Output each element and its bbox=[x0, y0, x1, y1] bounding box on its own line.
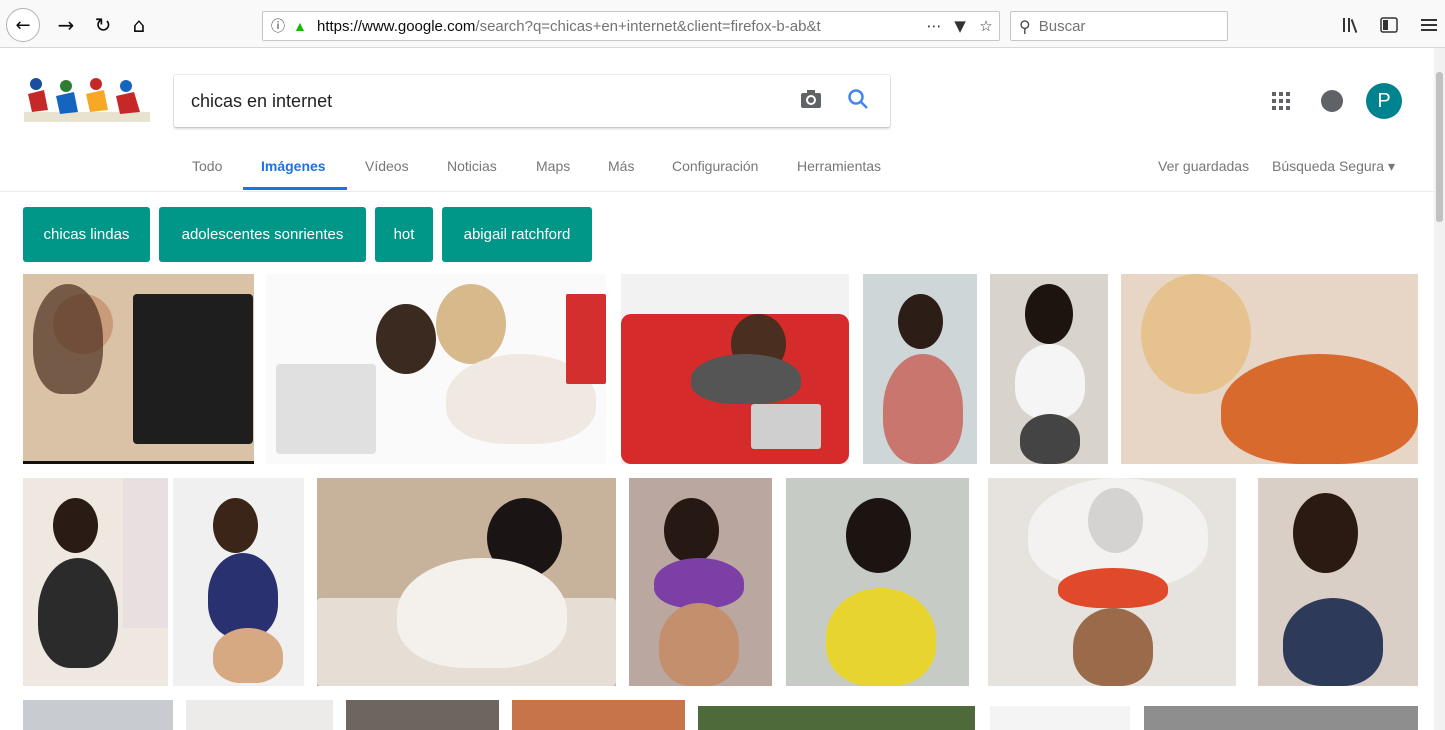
library-icon[interactable] bbox=[1342, 17, 1360, 33]
browser-toolbar: ← → ↻ ⌂ ⓘ ▲ https://www.google.com/searc… bbox=[0, 0, 1445, 48]
active-tab-indicator bbox=[243, 187, 347, 190]
image-result[interactable] bbox=[629, 478, 772, 686]
search-query-text[interactable]: chicas en internet bbox=[191, 91, 890, 112]
image-result[interactable] bbox=[1144, 706, 1418, 730]
url-path: /search?q=chicas+en+internet&client=fire… bbox=[475, 17, 821, 35]
url-bar[interactable]: ⓘ ▲ https://www.google.com/search?q=chic… bbox=[262, 11, 1000, 41]
image-result[interactable] bbox=[1121, 274, 1418, 464]
saved-link[interactable]: Ver guardadas bbox=[1158, 158, 1249, 174]
page-scrollbar[interactable] bbox=[1434, 48, 1445, 730]
more-icon[interactable]: ⋯ bbox=[921, 17, 947, 35]
search-icon: ⚲ bbox=[1019, 16, 1031, 36]
image-result[interactable] bbox=[23, 700, 173, 730]
image-result[interactable] bbox=[1258, 478, 1418, 686]
image-result[interactable] bbox=[173, 478, 304, 686]
image-result[interactable] bbox=[990, 706, 1130, 730]
image-result[interactable] bbox=[621, 274, 849, 464]
reload-icon[interactable]: ↻ bbox=[90, 12, 116, 38]
image-result[interactable] bbox=[23, 478, 168, 686]
avatar-letter: P bbox=[1377, 89, 1391, 112]
search-icon[interactable] bbox=[847, 88, 869, 110]
scrollbar-thumb[interactable] bbox=[1436, 72, 1443, 222]
sidebar-icon[interactable] bbox=[1380, 17, 1398, 33]
image-result[interactable] bbox=[988, 478, 1236, 686]
apps-grid-icon[interactable] bbox=[1271, 91, 1291, 111]
chip-hot[interactable]: hot bbox=[375, 207, 433, 262]
bookmark-star-icon[interactable]: ☆ bbox=[973, 17, 999, 35]
home-icon[interactable]: ⌂ bbox=[126, 12, 152, 38]
image-result[interactable] bbox=[863, 274, 977, 464]
tab-mas[interactable]: Más bbox=[608, 158, 634, 174]
tab-todo[interactable]: Todo bbox=[192, 158, 222, 174]
browser-search-field[interactable]: ⚲ Buscar bbox=[1010, 11, 1228, 41]
image-result[interactable] bbox=[990, 274, 1108, 464]
pocket-icon[interactable]: ▼ bbox=[947, 17, 973, 35]
tab-noticias[interactable]: Noticias bbox=[447, 158, 497, 174]
safe-search-dropdown[interactable]: Búsqueda Segura ▾ bbox=[1272, 158, 1395, 175]
url-text[interactable]: https://www.google.com/search?q=chicas+e… bbox=[313, 18, 921, 35]
forward-icon[interactable]: → bbox=[53, 12, 79, 38]
info-icon[interactable]: ⓘ bbox=[271, 16, 293, 36]
back-icon[interactable]: ← bbox=[6, 8, 40, 42]
url-host: https://www.google.com bbox=[317, 17, 476, 35]
image-result[interactable] bbox=[23, 274, 254, 464]
image-result[interactable] bbox=[266, 274, 606, 464]
tab-imagenes[interactable]: Imágenes bbox=[261, 158, 326, 174]
tab-configuracion[interactable]: Configuración bbox=[672, 158, 758, 174]
image-result[interactable] bbox=[786, 478, 969, 686]
chip-chicas-lindas[interactable]: chicas lindas bbox=[23, 207, 150, 262]
menu-icon[interactable] bbox=[1421, 18, 1437, 32]
avatar[interactable]: P bbox=[1366, 83, 1402, 119]
tab-videos[interactable]: Vídeos bbox=[365, 158, 409, 174]
image-result[interactable] bbox=[186, 700, 333, 730]
lock-icon[interactable]: ▲ bbox=[293, 18, 313, 34]
tab-maps[interactable]: Maps bbox=[536, 158, 570, 174]
image-result[interactable] bbox=[317, 478, 616, 686]
image-result[interactable] bbox=[698, 706, 975, 730]
notifications-icon[interactable] bbox=[1321, 90, 1343, 112]
chip-abigail-ratchford[interactable]: abigail ratchford bbox=[442, 207, 592, 262]
tab-herramientas[interactable]: Herramientas bbox=[797, 158, 881, 174]
search-placeholder: Buscar bbox=[1038, 17, 1086, 35]
image-result[interactable] bbox=[346, 700, 499, 730]
search-tabs: Todo Imágenes Vídeos Noticias Maps Más C… bbox=[0, 142, 1434, 192]
google-doodle-logo[interactable] bbox=[22, 72, 152, 126]
chip-adolescentes-sonrientes[interactable]: adolescentes sonrientes bbox=[159, 207, 366, 262]
image-result[interactable] bbox=[512, 700, 685, 730]
google-search-input[interactable]: chicas en internet bbox=[174, 75, 890, 127]
camera-icon[interactable] bbox=[800, 89, 822, 109]
